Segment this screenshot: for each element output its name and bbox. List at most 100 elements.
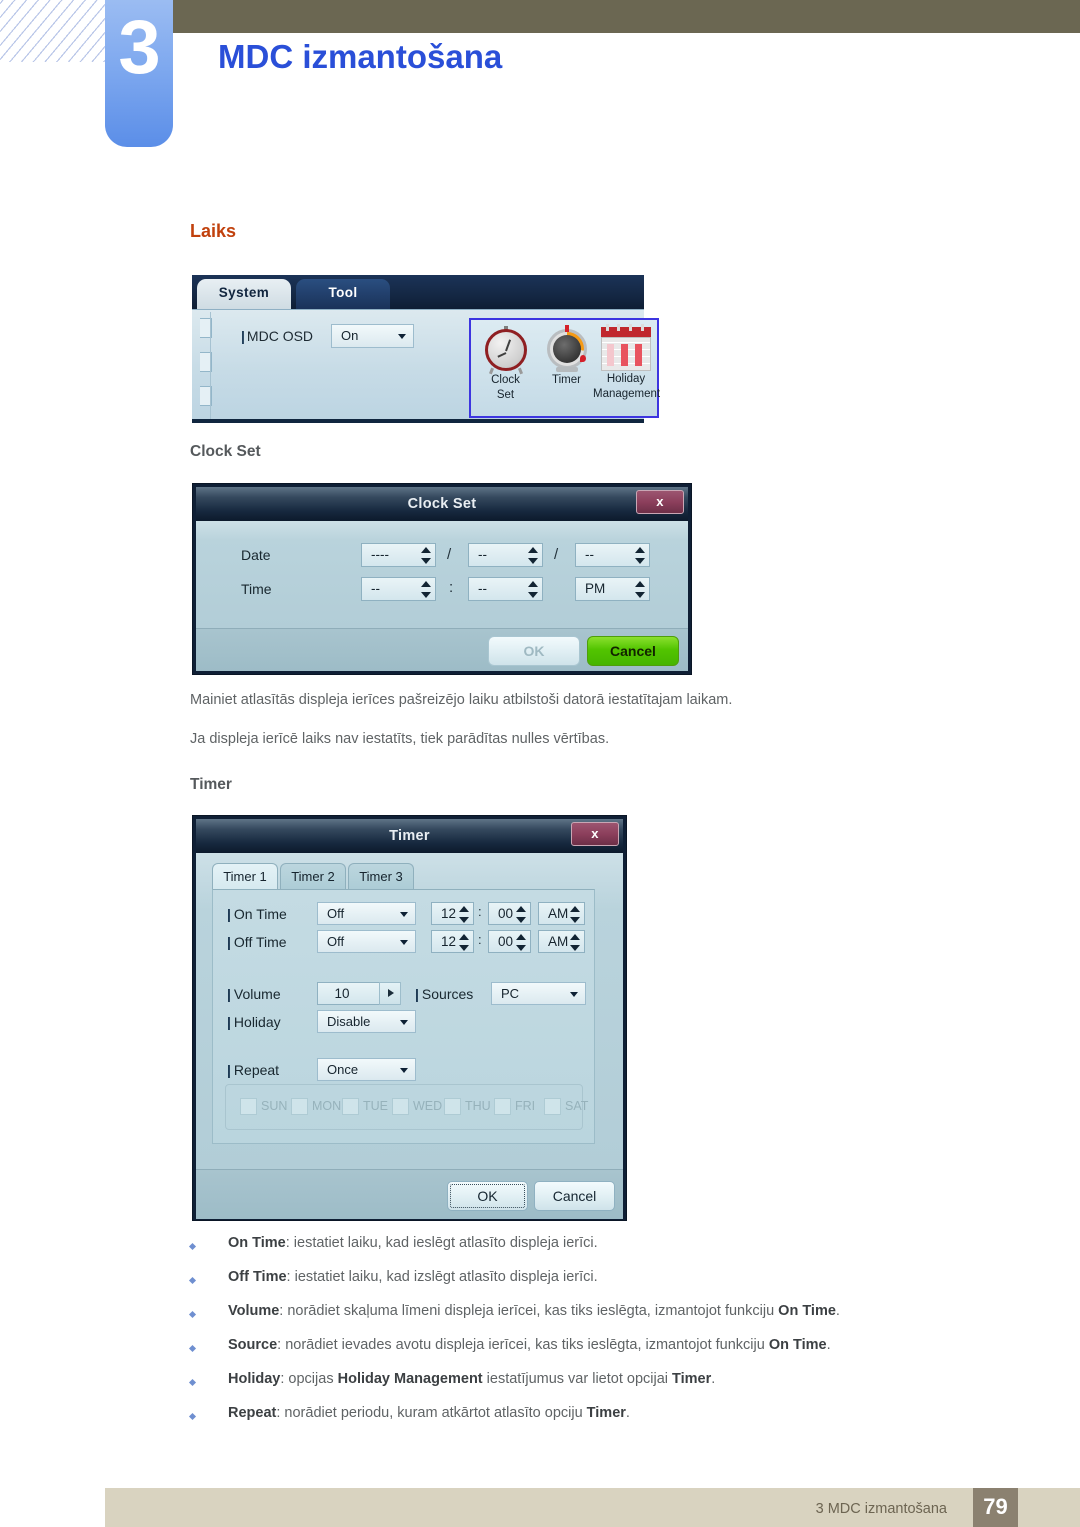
off-time-mode-value: Off xyxy=(327,934,345,949)
time-tools-group: Clock Set Timer Holiday Management xyxy=(469,318,660,418)
bullet-rest-2: . xyxy=(835,1303,840,1319)
bullet-text: Source: norādiet ievades avotu displeja … xyxy=(228,1334,831,1356)
time-hour-value: -- xyxy=(371,581,380,596)
mdc-panel-footer xyxy=(192,419,644,423)
on-time-minute-stepper[interactable]: 00 xyxy=(488,902,531,925)
clock-set-label-1: Clock xyxy=(491,374,520,386)
time-hour-stepper[interactable]: -- xyxy=(361,577,436,601)
bullet-rest: : norādiet periodu, kuram atkārtot atlas… xyxy=(276,1405,587,1421)
off-time-label: | Off Time xyxy=(227,934,287,950)
list-item: On Time: iestatiet laiku, kad ieslēgt at… xyxy=(188,1232,1050,1266)
repeat-select[interactable]: Once xyxy=(317,1058,416,1081)
sources-value: PC xyxy=(501,986,520,1001)
stepper-arrows-icon[interactable] xyxy=(421,580,432,599)
paragraph-2: Ja displeja ierīcē laiks nav iestatīts, … xyxy=(190,731,610,747)
stepper-arrows-icon[interactable] xyxy=(635,580,646,599)
bullet-rest: : iestatiet laiku, kad ieslēgt atlasīto … xyxy=(285,1235,598,1251)
tab-timer-3[interactable]: Timer 3 xyxy=(348,863,414,890)
checkbox-wed[interactable] xyxy=(392,1098,409,1115)
stepper-arrows-icon[interactable] xyxy=(635,546,646,565)
off-time-mode-select[interactable]: Off xyxy=(317,930,416,953)
section-heading: Laiks xyxy=(190,221,237,241)
bullet-icon xyxy=(188,1412,197,1421)
clock-set-ok-button[interactable]: OK xyxy=(488,636,580,666)
checkbox-fri[interactable] xyxy=(494,1098,511,1115)
mdc-osd-label-text: MDC OSD xyxy=(246,328,314,344)
bullet-term-2: Timer xyxy=(586,1405,626,1421)
arrow-right-icon xyxy=(388,989,394,997)
clock-set-icon xyxy=(483,326,529,375)
tab-system[interactable]: System xyxy=(197,279,291,309)
bullet-rest: : norādiet ievades avotu displeja ierīce… xyxy=(277,1337,769,1353)
timer-panel: | On Time Off 12 : 00 AM | Off Time Off … xyxy=(212,889,595,1144)
date-year-stepper[interactable]: ---- xyxy=(361,543,436,567)
chevron-down-icon xyxy=(398,334,406,339)
timer-cancel-button[interactable]: Cancel xyxy=(534,1181,615,1211)
chevron-down-icon xyxy=(400,1020,408,1025)
time-ampm-stepper[interactable]: PM xyxy=(575,577,650,601)
clock-set-cancel-button[interactable]: Cancel xyxy=(587,636,679,666)
off-time-ampm-stepper[interactable]: AM xyxy=(538,930,585,953)
sources-select[interactable]: PC xyxy=(491,982,586,1005)
stepper-arrows-icon[interactable] xyxy=(459,933,470,952)
bullet-list: On Time : iestatiet laiku, kad ieslēgt at… xyxy=(188,1232,1050,1436)
off-time-separator: : xyxy=(478,932,482,947)
timer-button[interactable]: Timer xyxy=(536,324,597,389)
tab-timer-2[interactable]: Timer 2 xyxy=(280,863,346,890)
on-time-hour-value: 12 xyxy=(441,906,457,921)
checkbox-sun[interactable] xyxy=(240,1098,257,1115)
date-month-value: -- xyxy=(478,547,487,562)
on-time-mode-select[interactable]: Off xyxy=(317,902,416,925)
date-day-value: -- xyxy=(585,547,594,562)
holiday-label: | Holiday xyxy=(227,1014,281,1030)
on-time-minute-value: 00 xyxy=(498,906,514,921)
date-month-stepper[interactable]: -- xyxy=(468,543,543,567)
stepper-arrows-icon[interactable] xyxy=(459,905,470,924)
mdc-osd-select[interactable]: On xyxy=(331,324,414,348)
bullet-term-3: Timer xyxy=(672,1371,712,1387)
bullet-text: Holiday: opcijas Holiday Management iest… xyxy=(228,1368,715,1390)
volume-input[interactable]: 10 xyxy=(317,982,379,1005)
timer-ok-button[interactable]: OK xyxy=(447,1181,528,1211)
holiday-select[interactable]: Disable xyxy=(317,1010,416,1033)
bullet-rest: : norādiet skaļuma līmeni displeja ierīc… xyxy=(279,1303,779,1319)
date-separator-2: / xyxy=(554,546,559,563)
bullet-term: Repeat xyxy=(228,1405,277,1421)
tab-tool[interactable]: Tool xyxy=(296,279,390,309)
stepper-arrows-icon[interactable] xyxy=(421,546,432,565)
checkbox-sat[interactable] xyxy=(544,1098,561,1115)
checkbox-thu[interactable] xyxy=(444,1098,461,1115)
stepper-arrows-icon[interactable] xyxy=(516,905,527,924)
page-number: 79 xyxy=(973,1488,1018,1527)
close-icon[interactable]: x xyxy=(636,490,684,514)
bullet-term-2: On Time xyxy=(778,1303,836,1319)
bullet-term: Volume xyxy=(228,1303,280,1319)
off-time-hour-stepper[interactable]: 12 xyxy=(431,930,474,953)
time-label: Time xyxy=(241,581,272,597)
chevron-down-icon xyxy=(400,940,408,945)
checkbox-mon[interactable] xyxy=(291,1098,308,1115)
timer-label-1: Timer xyxy=(552,374,581,386)
bullet-icon xyxy=(188,1344,197,1353)
on-time-hour-stepper[interactable]: 12 xyxy=(431,902,474,925)
bullet-rest-2: iestatījumus var lietot opcijai xyxy=(482,1371,673,1387)
on-time-ampm-value: AM xyxy=(548,906,569,921)
checkbox-tue[interactable] xyxy=(342,1098,359,1115)
off-time-minute-stepper[interactable]: 00 xyxy=(488,930,531,953)
holiday-management-button[interactable]: Holiday Management xyxy=(593,324,660,401)
stepper-arrows-icon[interactable] xyxy=(516,933,527,952)
stepper-arrows-icon[interactable] xyxy=(570,905,581,924)
on-time-ampm-stepper[interactable]: AM xyxy=(538,902,585,925)
mdc-osd-row: | MDC OSD xyxy=(241,328,313,346)
time-minute-stepper[interactable]: -- xyxy=(468,577,543,601)
sources-label: | Sources xyxy=(415,986,474,1002)
clock-set-button[interactable]: Clock Set xyxy=(475,324,536,402)
volume-increase-button[interactable] xyxy=(379,982,401,1005)
stepper-arrows-icon[interactable] xyxy=(570,933,581,952)
tab-timer-1[interactable]: Timer 1 xyxy=(212,863,278,890)
stepper-arrows-icon[interactable] xyxy=(528,546,539,565)
repeat-value: Once xyxy=(327,1062,359,1077)
stepper-arrows-icon[interactable] xyxy=(528,580,539,599)
date-day-stepper[interactable]: -- xyxy=(575,543,650,567)
close-icon[interactable]: x xyxy=(571,822,619,846)
